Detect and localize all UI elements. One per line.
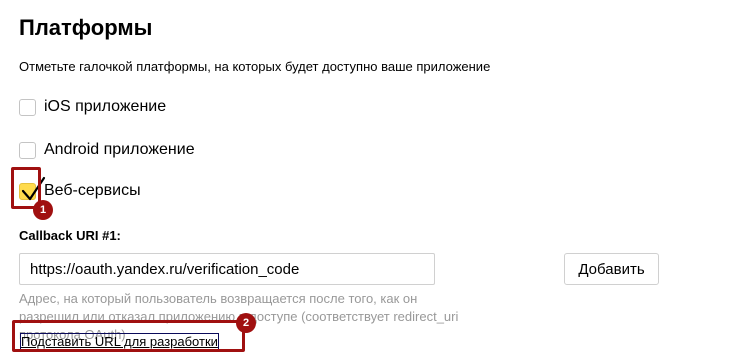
web-label: Веб-сервисы <box>44 182 141 199</box>
platform-web-option[interactable]: Веб-сервисы <box>19 176 141 201</box>
add-button[interactable]: Добавить <box>564 253 659 285</box>
section-description: Отметьте галочкой платформы, на которых … <box>19 59 491 74</box>
android-label: Android приложение <box>44 141 195 158</box>
ios-label: iOS приложение <box>44 98 167 115</box>
annotation-badge-2: 2 <box>236 313 256 333</box>
web-checkbox[interactable] <box>19 176 46 200</box>
checkmark-icon <box>21 176 46 200</box>
callback-uri-label: Callback URI #1: <box>19 228 121 243</box>
callback-uri-input[interactable] <box>19 253 435 285</box>
annotation-badge-1: 1 <box>33 200 53 220</box>
android-checkbox[interactable] <box>19 141 36 159</box>
ios-checkbox[interactable] <box>19 98 36 116</box>
platform-ios-option[interactable]: iOS приложение <box>19 97 166 117</box>
page-title: Платформы <box>19 15 153 40</box>
dev-url-link[interactable]: Подставить URL для разработки <box>20 333 219 351</box>
platform-android-option[interactable]: Android приложение <box>19 140 195 160</box>
